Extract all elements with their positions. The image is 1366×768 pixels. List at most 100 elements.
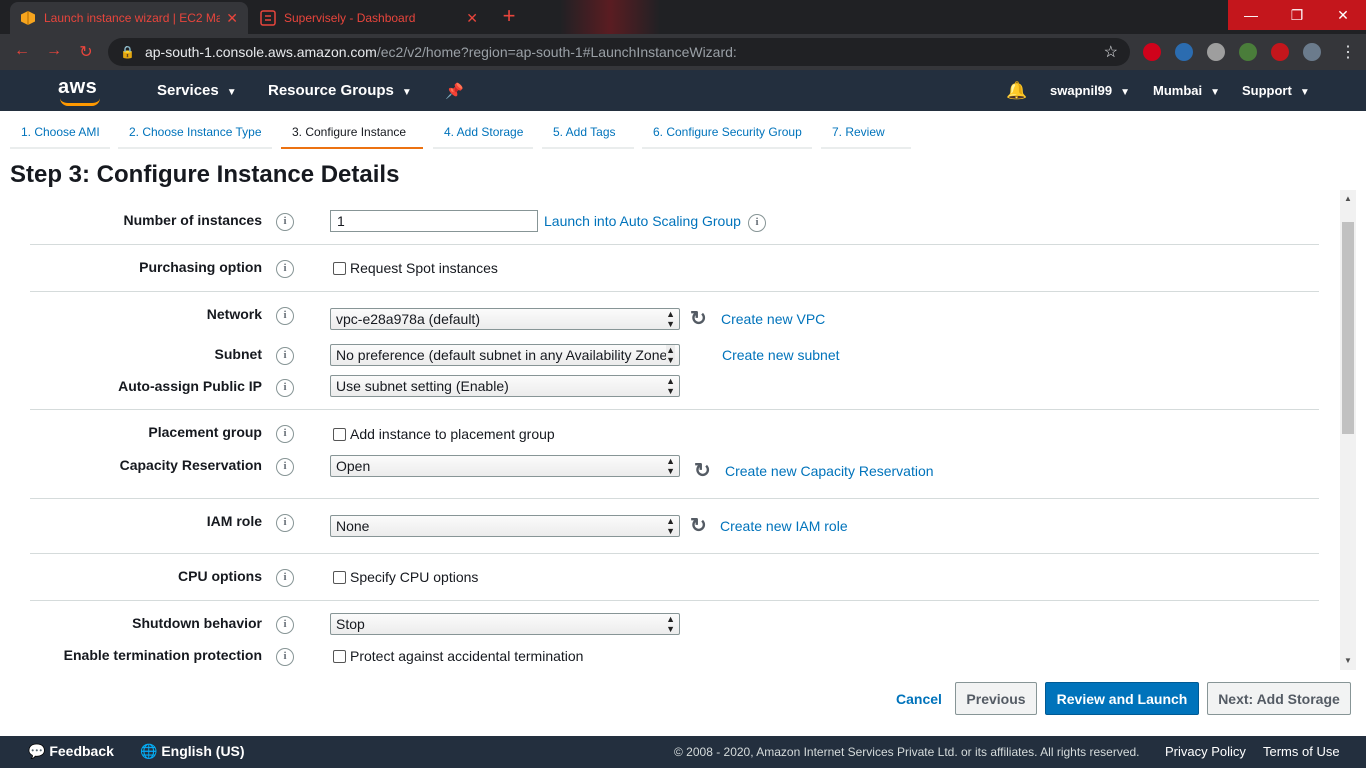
region-menu[interactable]: Mumbai ▼ (1153, 83, 1220, 98)
shutdown-behavior-select[interactable]: Stop ▲ ▼ (330, 613, 680, 635)
create-capacity-reservation-link[interactable]: Create new Capacity Reservation (725, 463, 934, 479)
iam-role-select[interactable]: None ▲ ▼ (330, 515, 680, 537)
checkbox-box[interactable] (333, 261, 346, 275)
chevron-down-icon: ▼ (1210, 87, 1221, 98)
refresh-icon[interactable]: ↻ (694, 458, 711, 483)
subnet-select[interactable]: No preference (default subnet in any Ava… (330, 344, 680, 366)
extension-puzzle-icon[interactable] (1271, 43, 1289, 61)
network-select[interactable]: vpc-e28a978a (default) ▲ ▼ (330, 308, 680, 330)
new-tab-icon[interactable]: + (498, 5, 520, 28)
resource-groups-menu[interactable]: Resource Groups ▼ (268, 82, 412, 99)
scrollbar-thumb[interactable] (1342, 222, 1354, 434)
step-choose-ami[interactable]: 1. Choose AMI (21, 125, 100, 139)
pin-icon[interactable]: 📌 (445, 82, 464, 100)
address-bar[interactable]: 🔒 ap-south-1.console.aws.amazon.com /ec2… (108, 38, 1130, 66)
extension-pen-icon[interactable] (1239, 43, 1257, 61)
info-icon[interactable]: i (276, 213, 294, 231)
info-icon[interactable]: i (276, 347, 294, 365)
spot-instances-checkbox[interactable]: Request Spot instances (333, 260, 498, 276)
forward-icon[interactable]: → (44, 42, 64, 60)
select-arrows-icon: ▲ ▼ (666, 376, 675, 396)
account-menu[interactable]: swapnil99 ▼ (1050, 83, 1130, 98)
reload-icon[interactable]: ↻ (76, 42, 96, 62)
scroll-down-icon[interactable]: ▼ (1344, 656, 1352, 665)
close-tab-icon[interactable]: ✕ (226, 10, 238, 27)
feedback-link[interactable]: 💬 Feedback (28, 743, 114, 760)
info-icon[interactable]: i (276, 379, 294, 397)
placement-group-checkbox[interactable]: Add instance to placement group (333, 426, 555, 442)
support-menu[interactable]: Support ▼ (1242, 83, 1310, 98)
extension-blue-icon[interactable] (1175, 43, 1193, 61)
num-instances-input[interactable]: 1 (330, 210, 538, 232)
select-arrows-icon: ▲ ▼ (666, 309, 675, 329)
step-choose-instance-type[interactable]: 2. Choose Instance Type (129, 125, 262, 139)
step-review[interactable]: 7. Review (832, 125, 885, 139)
step-add-storage[interactable]: 4. Add Storage (444, 125, 523, 139)
step-add-tags[interactable]: 5. Add Tags (553, 125, 616, 139)
placement-group-label: Placement group (148, 424, 262, 440)
create-iam-role-link[interactable]: Create new IAM role (720, 518, 848, 534)
review-and-launch-button[interactable]: Review and Launch (1045, 682, 1199, 715)
step-underline (118, 147, 272, 149)
language-selector[interactable]: 🌐 English (US) (140, 743, 245, 760)
capacity-reservation-select[interactable]: Open ▲ ▼ (330, 455, 680, 477)
network-label: Network (206, 306, 262, 322)
next-add-storage-button[interactable]: Next: Add Storage (1207, 682, 1351, 715)
privacy-policy-link[interactable]: Privacy Policy (1165, 744, 1246, 759)
create-subnet-link[interactable]: Create new subnet (722, 347, 840, 363)
username: swapnil99 (1050, 83, 1113, 98)
cpu-options-label: CPU options (178, 568, 262, 584)
step-underline (642, 147, 812, 149)
extension-stop-icon[interactable] (1143, 43, 1161, 61)
public-ip-select[interactable]: Use subnet setting (Enable) ▲ ▼ (330, 375, 680, 397)
bookmark-star-icon[interactable]: ☆ (1104, 42, 1118, 62)
checkbox-box[interactable] (333, 570, 346, 584)
auto-scaling-link[interactable]: Launch into Auto Scaling Group (544, 213, 741, 229)
globe-icon: 🌐 (140, 743, 158, 759)
create-vpc-link[interactable]: Create new VPC (721, 311, 825, 327)
form-scrollbar[interactable]: ▲ ▼ (1340, 190, 1356, 670)
step-configure-instance[interactable]: 3. Configure Instance (292, 125, 406, 139)
checkbox-label: Add instance to placement group (350, 426, 555, 442)
bell-icon[interactable]: 🔔 (1006, 81, 1027, 101)
scroll-up-icon[interactable]: ▲ (1344, 194, 1352, 203)
info-icon[interactable]: i (276, 616, 294, 634)
services-menu[interactable]: Services ▼ (157, 82, 237, 99)
termination-protection-checkbox[interactable]: Protect against accidental termination (333, 648, 583, 664)
info-icon[interactable]: i (276, 260, 294, 278)
close-tab-icon[interactable]: ✕ (466, 10, 478, 27)
restore-icon[interactable]: ❐ (1274, 0, 1320, 30)
aws-logo[interactable]: aws (58, 76, 100, 106)
browser-tab-supervisely[interactable]: Supervisely - Dashboard ✕ (250, 2, 488, 34)
extension-download-icon[interactable] (1207, 43, 1225, 61)
browser-menu-icon[interactable]: ⋮ (1340, 42, 1356, 62)
previous-button[interactable]: Previous (955, 682, 1037, 715)
configure-instance-form: Number of instances i 1 Launch into Auto… (10, 190, 1340, 670)
cpu-options-checkbox[interactable]: Specify CPU options (333, 569, 478, 585)
step-underline (433, 147, 533, 149)
cancel-button[interactable]: Cancel (886, 682, 952, 715)
checkbox-box[interactable] (333, 427, 346, 441)
profile-avatar[interactable] (1303, 43, 1321, 61)
info-icon[interactable]: i (276, 307, 294, 325)
refresh-icon[interactable]: ↻ (690, 306, 707, 331)
back-icon[interactable]: ← (12, 42, 32, 60)
info-icon[interactable]: i (276, 648, 294, 666)
close-window-icon[interactable]: ✕ (1320, 0, 1366, 30)
browser-tab-ec2[interactable]: Launch instance wizard | EC2 Ma ✕ (10, 2, 248, 34)
info-icon[interactable]: i (276, 425, 294, 443)
step-underline (10, 147, 110, 149)
refresh-icon[interactable]: ↻ (690, 513, 707, 538)
info-icon[interactable]: i (748, 214, 766, 232)
url-path: /ec2/v2/home?region=ap-south-1#LaunchIns… (376, 44, 737, 60)
select-value: vpc-e28a978a (default) (336, 311, 480, 327)
info-icon[interactable]: i (276, 569, 294, 587)
minimize-icon[interactable]: — (1228, 0, 1274, 30)
step-configure-security-group[interactable]: 6. Configure Security Group (653, 125, 802, 139)
select-arrows-icon: ▲ ▼ (666, 516, 675, 536)
terms-of-use-link[interactable]: Terms of Use (1263, 744, 1340, 759)
checkbox-box[interactable] (333, 649, 346, 663)
num-instances-label: Number of instances (123, 212, 262, 228)
info-icon[interactable]: i (276, 514, 294, 532)
info-icon[interactable]: i (276, 458, 294, 476)
